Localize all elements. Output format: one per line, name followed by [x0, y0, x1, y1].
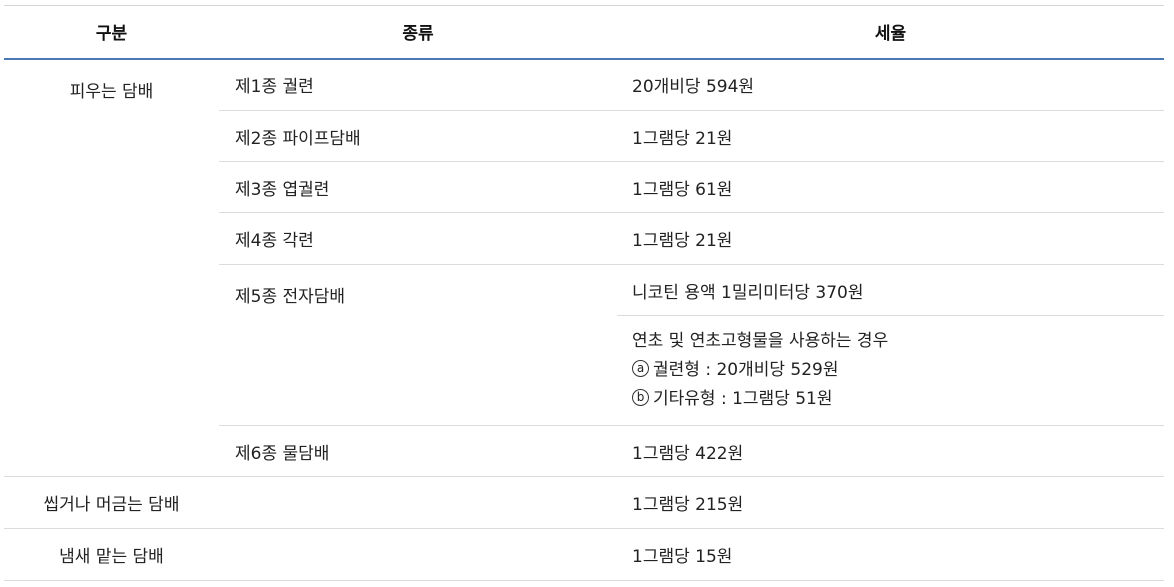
header-category: 구분: [4, 5, 219, 60]
ecig-extra-line: 연초 및 연초고형물을 사용하는 경우: [632, 331, 889, 351]
ecig-extra-line-b: b 기타유형 : 1그램당 51원: [632, 385, 1164, 414]
ecig-extra-b-text: 기타유형 : 1그램당 51원: [653, 389, 833, 409]
rate-cell: 1그램당 21원: [617, 212, 1164, 265]
kind-cell-ecig: 제5종 전자담배: [219, 264, 617, 426]
table-row: 피우는 담배 제1종 궐련 20개비당 594원: [4, 58, 1164, 477]
table-row: 씹거나 머금는 담배 1그램당 215원: [4, 476, 1164, 529]
table-header-row: 구분 종류 세율: [4, 5, 1164, 60]
rate-cell: 니코틴 용액 1밀리미터당 370원: [617, 264, 1164, 316]
circled-a-mark: a: [632, 359, 649, 377]
rate-cell: 1그램당 15원: [617, 528, 1164, 581]
kind-cell: 제3종 엽궐련: [219, 161, 617, 213]
header-rate: 세율: [617, 5, 1164, 60]
kind-cell: 제2종 파이프담배: [219, 110, 617, 162]
rate-cell-ecig-extra: 연초 및 연초고형물을 사용하는 경우 a 궐련형 : 20개비당 529원 b기…: [617, 315, 1164, 426]
header-kind: 종류: [219, 5, 617, 60]
kind-cell: 제4종 각련: [219, 212, 617, 265]
kind-cell: 제6종 물담배: [219, 425, 617, 477]
rate-cell: 1그램당 215원: [617, 476, 1164, 529]
tobacco-tax-table: 구분 종류 세율 피우는 담배 제1종 궐련 20개비당 594원 제2종 파이…: [4, 5, 1164, 581]
rate-cell: 1그램당 422원: [617, 425, 1164, 477]
circled-b-mark: b: [632, 388, 649, 406]
category-snuff: 냄새 맡는 담배: [4, 528, 219, 581]
kind-cell-empty: [219, 476, 617, 529]
table-row: 냄새 맡는 담배 1그램당 15원: [4, 528, 1164, 581]
kind-cell: 제1종 궐련: [219, 58, 617, 111]
ecig-extra-a-text: 궐련형 : 20개비당 529원: [653, 360, 839, 380]
category-smoking: 피우는 담배: [4, 58, 219, 477]
rate-cell: 1그램당 21원: [617, 110, 1164, 162]
kind-cell-empty: [219, 528, 617, 581]
rate-cell: 1그램당 61원: [617, 161, 1164, 213]
rate-cell: 20개비당 594원: [617, 58, 1164, 111]
ecig-extra-line-a: a 궐련형 : 20개비당 529원: [632, 356, 1164, 385]
category-chewing: 씹거나 머금는 담배: [4, 476, 219, 529]
tax-table-container: 구분 종류 세율 피우는 담배 제1종 궐련 20개비당 594원 제2종 파이…: [0, 0, 1174, 587]
